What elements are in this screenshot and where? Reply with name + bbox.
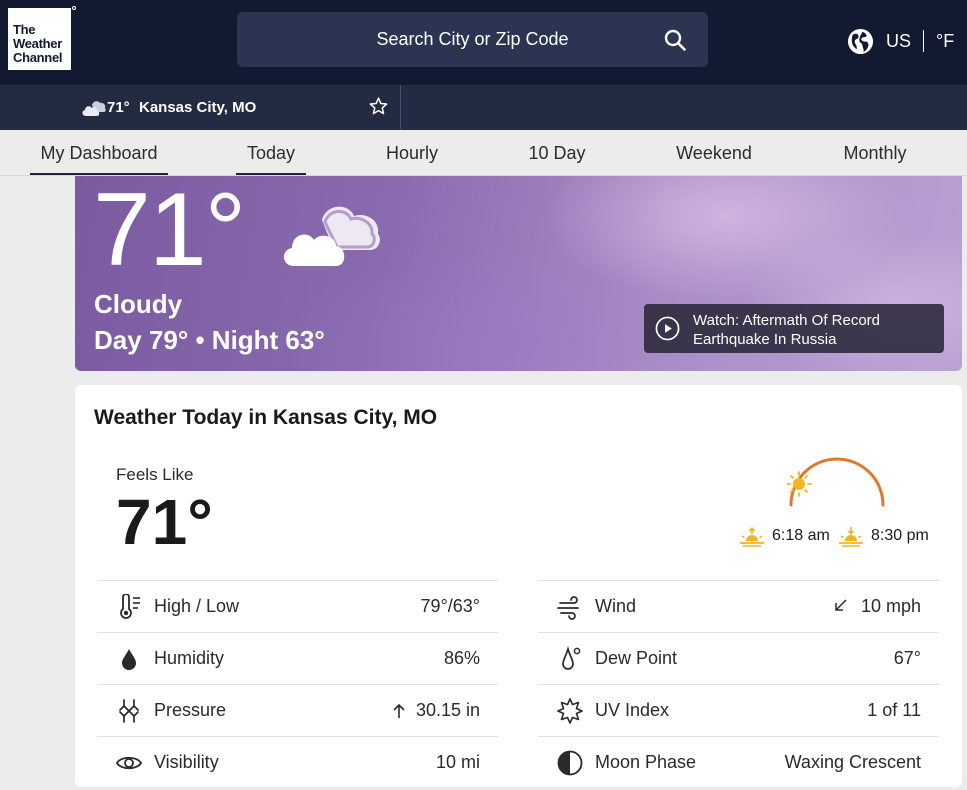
wind-icon — [557, 596, 579, 620]
saved-location-city: Kansas City, MO — [139, 99, 257, 116]
day-night-temps: Day 79° • Night 63° — [94, 325, 325, 355]
saved-locations-bar: 71° Kansas City, MO — [0, 85, 967, 130]
saved-location-item[interactable]: 71° Kansas City, MO — [0, 85, 401, 130]
video-title: Watch: Aftermath Of Record Earthquake In… — [693, 312, 881, 348]
feels-like-value: 71° — [116, 486, 213, 558]
detail-label: Dew Point — [595, 648, 678, 668]
sunset-label: 8:30 pm — [871, 527, 929, 544]
search-icon[interactable] — [664, 29, 686, 51]
uv-sun-icon — [557, 698, 583, 724]
logo-text: The Weather Channel — [13, 22, 63, 65]
detail-value-wrap: 30.15 in — [391, 700, 480, 721]
detail-row-visibility: Visibility 10 mi — [97, 736, 498, 788]
detail-row-wind: Wind 10 mph — [538, 580, 939, 632]
locale-divider — [923, 30, 925, 52]
play-icon — [655, 316, 680, 341]
card-title: Weather Today in Kansas City, MO — [94, 406, 438, 429]
sunset-time: 8:30 pm — [838, 525, 929, 547]
tab-today[interactable]: Today — [236, 130, 306, 176]
weather-channel-logo[interactable]: The Weather Channel — [8, 8, 71, 70]
top-header: The Weather Channel Search City or Zip C… — [0, 0, 967, 85]
detail-row-uv-index: UV Index 1 of 11 — [538, 684, 939, 736]
eye-icon — [116, 756, 142, 770]
detail-label: Visibility — [154, 752, 219, 772]
current-conditions-hero: 71° Cloudy Day 79° • Night 63° Watch: Af… — [75, 176, 962, 371]
unit-toggle[interactable]: °F — [936, 31, 954, 52]
locale-switcher[interactable]: US °F — [847, 27, 954, 55]
sunrise-icon — [740, 527, 764, 547]
details-right-column: Wind 10 mph Dew Point 67° UV Index 1 of — [538, 580, 939, 788]
detail-label: Humidity — [154, 648, 225, 668]
thermometer-icon — [120, 594, 140, 619]
detail-value: 79°/63° — [420, 596, 480, 616]
sun-arc-icon — [787, 457, 885, 507]
weather-phrase: Cloudy — [94, 289, 183, 319]
detail-row-pressure: Pressure 30.15 in — [97, 684, 498, 736]
detail-label: Pressure — [154, 700, 227, 720]
detail-value: 10 mi — [435, 752, 480, 772]
details-left-column: High / Low 79°/63° Humidity 86% Pressure — [97, 580, 498, 788]
detail-value: 86% — [443, 648, 480, 668]
detail-row-moon-phase: Moon Phase Waxing Crescent — [538, 736, 939, 788]
globe-icon — [847, 28, 874, 54]
favorite-star-icon[interactable] — [368, 96, 389, 117]
arrow-up-icon — [393, 703, 405, 718]
saved-location-temp: 71° — [107, 99, 130, 116]
feels-like-label: Feels Like — [116, 465, 194, 484]
partly-cloudy-icon — [82, 101, 106, 116]
tab-hourly[interactable]: Hourly — [372, 130, 452, 176]
detail-value: 10 mph — [860, 596, 921, 616]
sunrise-time: 6:18 am — [739, 525, 830, 547]
detail-label: Wind — [595, 596, 637, 616]
sunset-icon — [839, 527, 863, 547]
search-input[interactable]: Search City or Zip Code — [237, 12, 708, 67]
wind-direction-icon — [835, 598, 847, 611]
tab-10-day[interactable]: 10 Day — [517, 130, 597, 176]
detail-value: Waxing Crescent — [784, 752, 921, 772]
detail-value-wrap: 10 mph — [834, 596, 921, 617]
sunrise-label: 6:18 am — [772, 527, 830, 544]
detail-value: 67° — [893, 648, 921, 668]
detail-label: High / Low — [154, 596, 240, 616]
pressure-icon — [119, 699, 139, 723]
forecast-nav: My Dashboard Today Hourly 10 Day Weekend… — [0, 130, 967, 176]
video-link[interactable]: Watch: Aftermath Of Record Earthquake In… — [644, 304, 944, 353]
locale-label[interactable]: US — [886, 31, 911, 52]
humidity-drop-icon — [122, 649, 136, 670]
tab-my-dashboard[interactable]: My Dashboard — [30, 130, 168, 176]
detail-label: UV Index — [595, 700, 670, 720]
tab-monthly[interactable]: Monthly — [828, 130, 922, 176]
detail-label: Moon Phase — [595, 752, 697, 772]
detail-row-dew-point: Dew Point 67° — [538, 632, 939, 684]
cloudy-icon — [283, 206, 380, 266]
current-temperature: 71° — [93, 176, 246, 288]
detail-row-high-low: High / Low 79°/63° — [97, 580, 498, 632]
dew-point-icon — [562, 646, 581, 670]
detail-value: 30.15 in — [415, 700, 480, 720]
detail-row-humidity: Humidity 86% — [97, 632, 498, 684]
tab-weekend[interactable]: Weekend — [664, 130, 764, 176]
search-placeholder: Search City or Zip Code — [376, 29, 569, 49]
trademark-mark — [72, 6, 76, 10]
moon-phase-icon — [557, 750, 583, 776]
detail-value: 1 of 11 — [867, 700, 921, 720]
today-details-card: Weather Today in Kansas City, MO Feels L… — [75, 385, 962, 787]
